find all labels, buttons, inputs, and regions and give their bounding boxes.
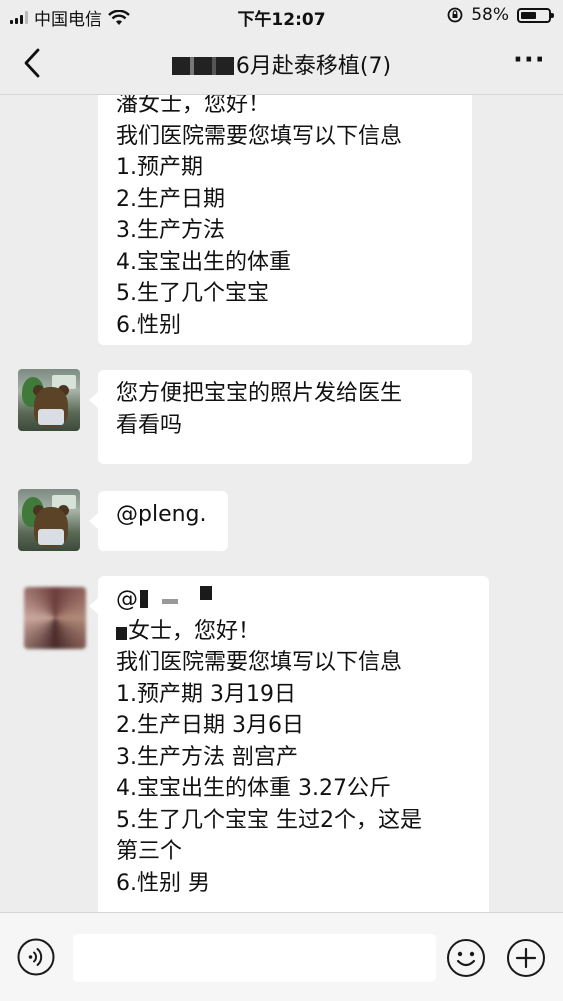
chat-area[interactable]: 潘女士，您好！ 我们医院需要您填写以下信息 1.预产期 2.生产日期 3.生产方… bbox=[0, 95, 563, 912]
avatar[interactable] bbox=[18, 489, 80, 551]
message-line: 1.预产期 3月19日 bbox=[116, 681, 296, 707]
chat-title-text: 6月赴泰移植(7) bbox=[235, 54, 392, 79]
emoji-icon[interactable] bbox=[446, 938, 486, 978]
message-bubble[interactable]: @pleng. bbox=[89, 491, 228, 551]
voice-icon[interactable] bbox=[17, 938, 55, 976]
redacted-mask bbox=[162, 599, 178, 604]
greeting-text: 女士，您好！ bbox=[128, 618, 261, 644]
message-line: 女士，您好！ bbox=[116, 616, 475, 648]
mention-text: @ bbox=[116, 587, 138, 612]
message-line: 5.生了几个宝宝 bbox=[116, 281, 269, 306]
message-input[interactable] bbox=[73, 934, 436, 982]
avatar[interactable] bbox=[24, 587, 86, 649]
redacted-mask bbox=[140, 590, 148, 608]
message-line: 5.生了几个宝宝 生过2个，这是 bbox=[116, 807, 422, 833]
message-line: 3.生产方法 bbox=[116, 218, 225, 243]
message-line: 3.生产方法 剖宫产 bbox=[116, 744, 298, 770]
message-bubble[interactable]: 您方便把宝宝的照片发给医生 看看吗 bbox=[89, 370, 472, 464]
message-line: 看看吗 bbox=[116, 412, 183, 438]
message-bubble[interactable]: @ 女士，您好！ 我们医院需要您填写以下信息 1.预产期 3月19日 2.生产日… bbox=[89, 576, 489, 912]
rotation-lock-icon bbox=[447, 7, 463, 23]
message-line: 第三个 bbox=[116, 839, 183, 864]
redacted-mask bbox=[171, 57, 234, 75]
message-bubble[interactable]: 潘女士，您好！ 我们医院需要您填写以下信息 1.预产期 2.生产日期 3.生产方… bbox=[98, 95, 472, 345]
redacted-mask bbox=[200, 586, 212, 600]
message-line: 4.宝宝出生的体重 3.27公斤 bbox=[116, 776, 391, 801]
message-line: 2.生产日期 bbox=[116, 186, 225, 212]
status-bar: 中国电信 下午12:07 58% bbox=[0, 0, 563, 32]
message-line: 6.性别 男 bbox=[116, 870, 210, 896]
input-bar bbox=[0, 912, 563, 1001]
message-line: 潘女士，您好！ bbox=[116, 95, 271, 117]
message-line: 您方便把宝宝的照片发给医生 bbox=[116, 381, 403, 406]
message-line: 我们医院需要您填写以下信息 bbox=[116, 123, 403, 149]
avatar[interactable] bbox=[18, 369, 80, 431]
redacted-mask bbox=[116, 626, 127, 640]
message-line: @pleng. bbox=[116, 502, 207, 527]
message-line: 6.性别 bbox=[116, 312, 181, 338]
plus-icon[interactable] bbox=[506, 938, 546, 978]
message-line: @ bbox=[116, 584, 475, 616]
nav-bar: 6月赴泰移植(7) ··· bbox=[0, 32, 563, 95]
message-line: 2.生产日期 3月6日 bbox=[116, 713, 304, 738]
chat-title: 6月赴泰移植(7) bbox=[0, 48, 563, 80]
more-icon[interactable]: ··· bbox=[513, 47, 545, 76]
battery-icon bbox=[517, 7, 554, 23]
message-line: 1.预产期 bbox=[116, 155, 203, 180]
message-line: 我们医院需要您填写以下信息 bbox=[116, 650, 403, 675]
battery-percent: 58% bbox=[471, 5, 509, 25]
message-line: 4.宝宝出生的体重 bbox=[116, 249, 291, 275]
